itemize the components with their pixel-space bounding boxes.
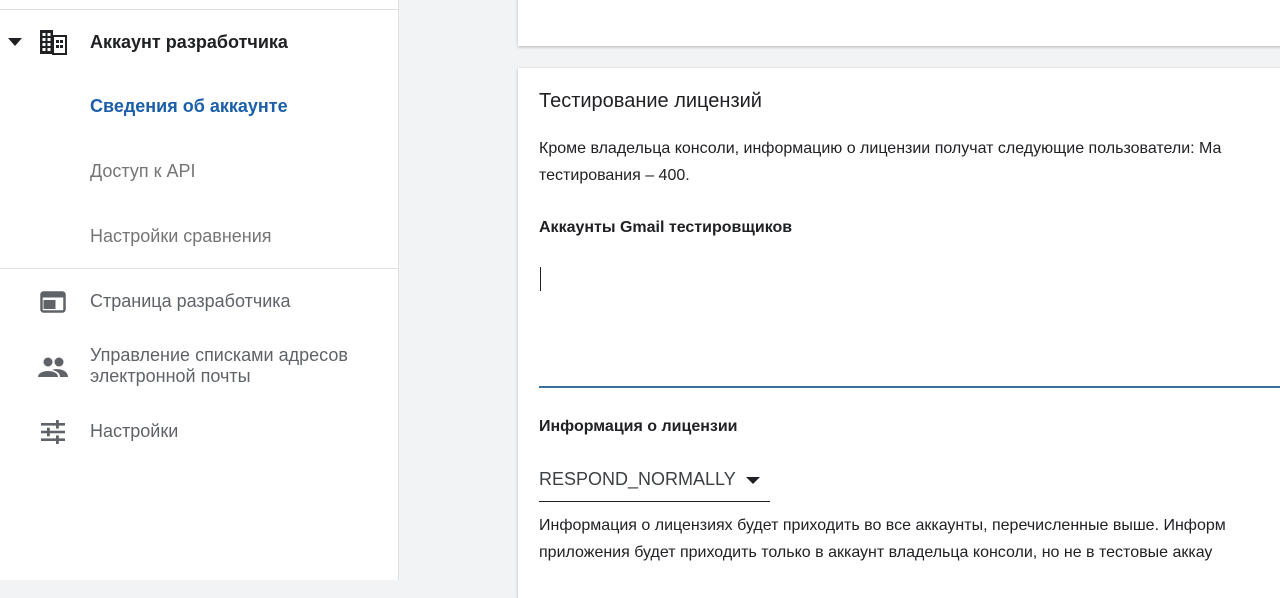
sidebar-item-label-line2: электронной почты <box>90 366 251 386</box>
license-testing-card: Тестирование лицензий Кроме владельца ко… <box>518 68 1280 598</box>
sidebar-item-email-lists[interactable]: Управление списками адресов электронной … <box>0 344 398 390</box>
sidebar-item-account-details[interactable]: Сведения об аккаунте <box>0 94 398 120</box>
license-testing-description-line2: тестирования – 400. <box>539 167 690 184</box>
license-testing-description-line1: Кроме владельца консоли, информацию о ли… <box>539 140 1222 157</box>
sidebar-divider <box>0 9 398 10</box>
sidebar-item-developer-page[interactable]: Страница разработчика <box>0 288 398 316</box>
main-content: Тестирование лицензий Кроме владельца ко… <box>398 0 1280 598</box>
testers-email-textarea[interactable] <box>539 256 1280 388</box>
previous-card <box>518 0 1280 46</box>
sidebar-item-api-access[interactable]: Доступ к API <box>0 159 398 185</box>
building-icon <box>38 27 68 57</box>
card-title: Тестирование лицензий <box>539 90 762 112</box>
tune-icon <box>38 417 68 447</box>
license-info-label: Информация о лицензии <box>539 418 738 435</box>
license-note-line2: приложения будет приходить только в акка… <box>539 544 1213 561</box>
license-response-value: RESPOND_NORMALLY <box>539 469 736 489</box>
sidebar-item-label: Настройки сравнения <box>90 226 272 246</box>
sidebar-item-label: Сведения об аккаунте <box>90 96 288 116</box>
sidebar-divider <box>0 268 398 269</box>
text-caret <box>539 256 541 306</box>
dropdown-arrow-icon <box>746 477 760 484</box>
license-note-line1: Информация о лицензиях будет приходить в… <box>539 517 1226 534</box>
web-page-icon <box>38 287 68 317</box>
sidebar-item-developer-account[interactable]: Аккаунт разработчика <box>0 28 398 56</box>
sidebar-item-label: Доступ к API <box>90 161 196 181</box>
caret-down-icon[interactable] <box>8 38 22 46</box>
license-response-select[interactable]: RESPOND_NORMALLY <box>539 461 770 502</box>
sidebar: Аккаунт разработчика Сведения об аккаунт… <box>0 0 399 580</box>
sidebar-item-comparison-settings[interactable]: Настройки сравнения <box>0 224 398 250</box>
sidebar-item-label: Страница разработчика <box>90 291 291 311</box>
sidebar-item-label: Настройки <box>90 421 179 441</box>
testers-field-label: Аккаунты Gmail тестировщиков <box>539 219 793 236</box>
sidebar-item-label: Аккаунт разработчика <box>90 32 288 52</box>
sidebar-item-settings[interactable]: Настройки <box>0 418 398 446</box>
people-icon <box>38 352 68 382</box>
sidebar-item-label-line1: Управление списками адресов <box>90 345 348 365</box>
